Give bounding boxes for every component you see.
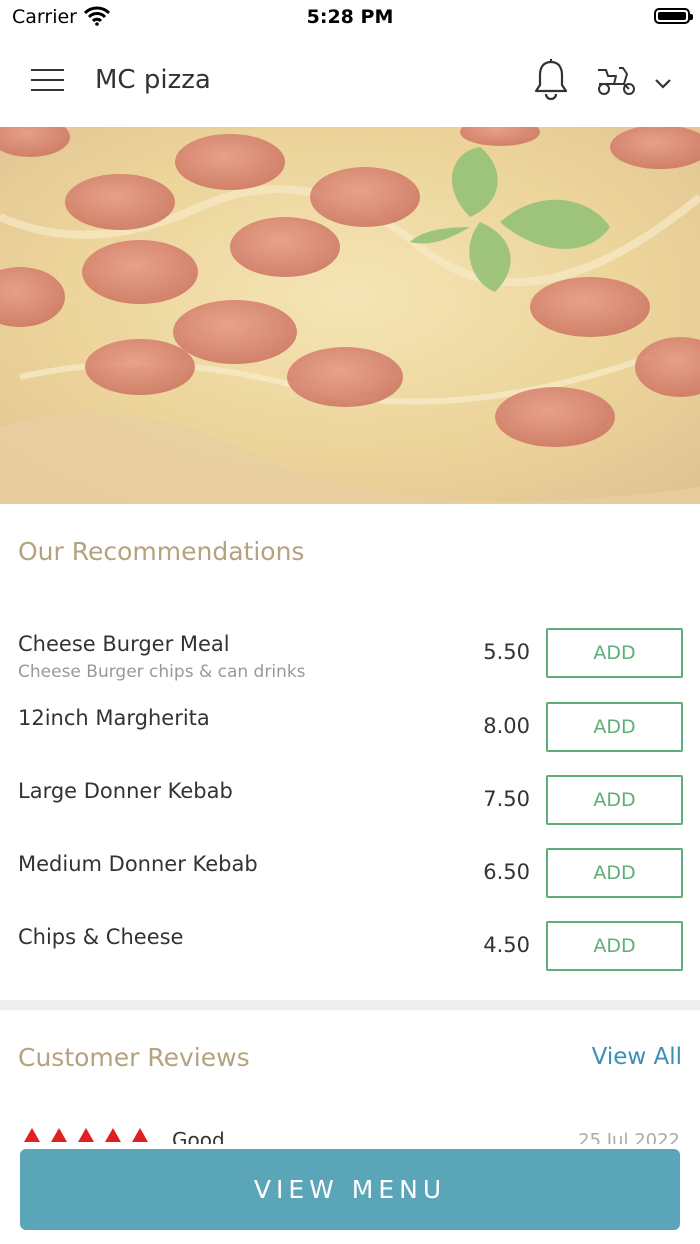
section-divider xyxy=(0,1000,700,1010)
add-button[interactable]: ADD xyxy=(546,628,683,678)
item-price: 4.50 xyxy=(483,933,530,957)
view-all-link[interactable]: View All xyxy=(592,1044,682,1070)
recommendations-title: Our Recommendations xyxy=(18,537,305,566)
menu-item-row: Medium Donner Kebab 6.50 ADD xyxy=(0,848,700,914)
item-price: 5.50 xyxy=(483,640,530,664)
item-price: 7.50 xyxy=(483,787,530,811)
add-button[interactable]: ADD xyxy=(546,702,683,752)
battery-icon xyxy=(654,8,693,24)
menu-item-row: Large Donner Kebab 7.50 ADD xyxy=(0,775,700,841)
star-icon xyxy=(132,1128,148,1142)
star-icon xyxy=(24,1128,40,1142)
add-button[interactable]: ADD xyxy=(546,775,683,825)
star-icon xyxy=(105,1128,121,1142)
view-menu-button[interactable]: VIEW MENU xyxy=(20,1149,680,1230)
menu-icon[interactable] xyxy=(31,69,64,91)
page-title: MC pizza xyxy=(95,65,211,95)
reviewer-comment: Good xyxy=(172,1128,225,1144)
scooter-icon[interactable] xyxy=(596,66,638,96)
hero-pizza-image xyxy=(0,127,700,504)
star-icon xyxy=(78,1128,94,1142)
bell-icon[interactable] xyxy=(532,58,570,102)
item-price: 6.50 xyxy=(483,860,530,884)
review-date: 25 Jul 2022 xyxy=(578,1130,680,1144)
item-name: Medium Donner Kebab xyxy=(18,852,258,876)
item-name: Large Donner Kebab xyxy=(18,779,233,803)
item-price: 8.00 xyxy=(483,714,530,738)
clock: 5:28 PM xyxy=(306,6,394,28)
add-button[interactable]: ADD xyxy=(546,921,683,971)
item-name: Chips & Cheese xyxy=(18,925,184,949)
chevron-down-icon[interactable] xyxy=(654,78,672,90)
item-description: Cheese Burger chips & can drinks xyxy=(18,662,306,682)
item-name: Cheese Burger Meal xyxy=(18,632,230,656)
review-item: Good 25 Jul 2022 xyxy=(0,1124,700,1144)
app-header: MC pizza xyxy=(0,34,700,128)
star-icon xyxy=(51,1128,67,1142)
pizza-photo xyxy=(0,127,700,504)
menu-item-row: Chips & Cheese 4.50 ADD xyxy=(0,921,700,987)
status-bar: Carrier 5:28 PM xyxy=(0,0,700,34)
item-name: 12inch Margherita xyxy=(18,706,210,730)
menu-item-row: Cheese Burger Meal Cheese Burger chips &… xyxy=(0,628,700,694)
add-button[interactable]: ADD xyxy=(546,848,683,898)
menu-item-row: 12inch Margherita 8.00 ADD xyxy=(0,702,700,768)
reviews-title: Customer Reviews xyxy=(18,1043,250,1072)
